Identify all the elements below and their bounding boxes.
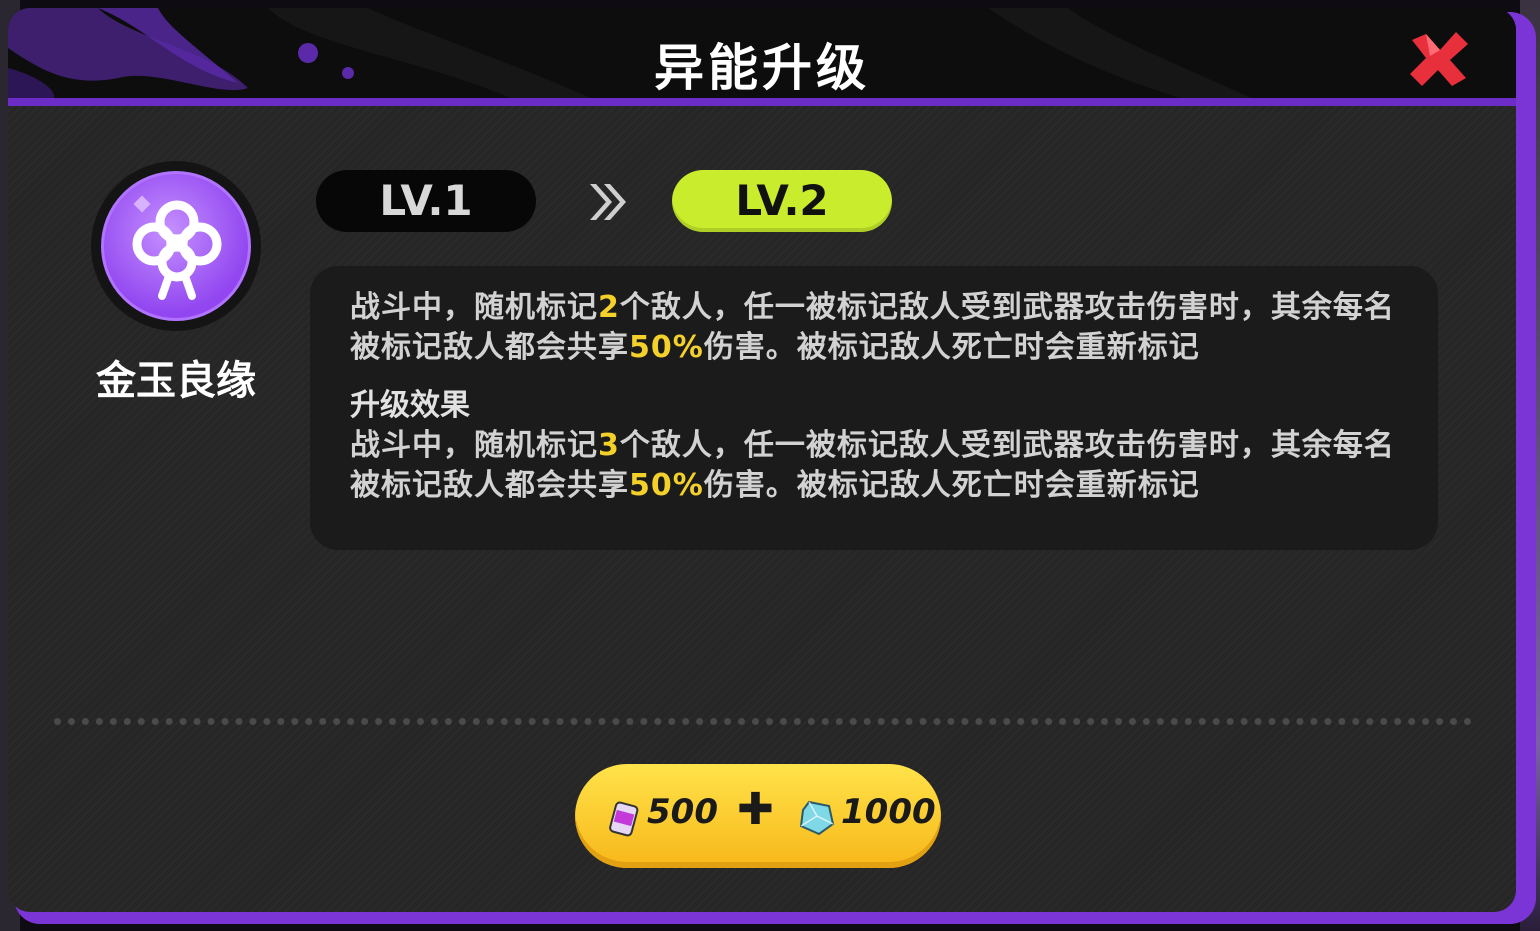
purple-can-icon [609, 801, 639, 837]
dialog-header: 异能升级 [8, 8, 1516, 106]
dialog-title: 异能升级 [654, 39, 870, 97]
upgrade-cost-button[interactable]: 500 ✚ 1000 [575, 764, 941, 868]
description-box: 战斗中，随机标记2个敌人，任一被标记敌人受到武器攻击伤害时，其余每名被标记敌人都… [310, 266, 1438, 550]
knot-charm-icon [132, 195, 222, 300]
upgrade-effect-title: 升级效果 [350, 388, 470, 423]
current-level-badge: LV.1 [316, 170, 536, 232]
crystal-icon [799, 800, 835, 836]
skill-icon-badge [101, 171, 251, 321]
section-divider [54, 718, 1472, 725]
close-x-icon [1410, 32, 1468, 86]
cost-item1-amount: 500 [647, 792, 718, 832]
next-level-badge: LV.2 [672, 170, 892, 232]
cost-item2-amount: 1000 [841, 792, 936, 832]
double-chevron-right-icon [590, 184, 626, 220]
upgrade-effect-text: 战斗中，随机标记3个敌人，任一被标记敌人受到武器攻击伤害时，其余每名被标记敌人都… [350, 428, 1395, 503]
skill-name: 金玉良缘 [96, 358, 256, 404]
current-effect-text: 战斗中，随机标记2个敌人，任一被标记敌人受到武器攻击伤害时，其余每名被标记敌人都… [350, 290, 1395, 365]
close-button[interactable] [1406, 30, 1472, 88]
upgrade-dialog: 异能升级 金玉良缘 LV.1 LV.2 战斗中，随机标记2个敌人，任一被标记敌人… [8, 8, 1516, 912]
plus-icon: ✚ [737, 784, 774, 835]
